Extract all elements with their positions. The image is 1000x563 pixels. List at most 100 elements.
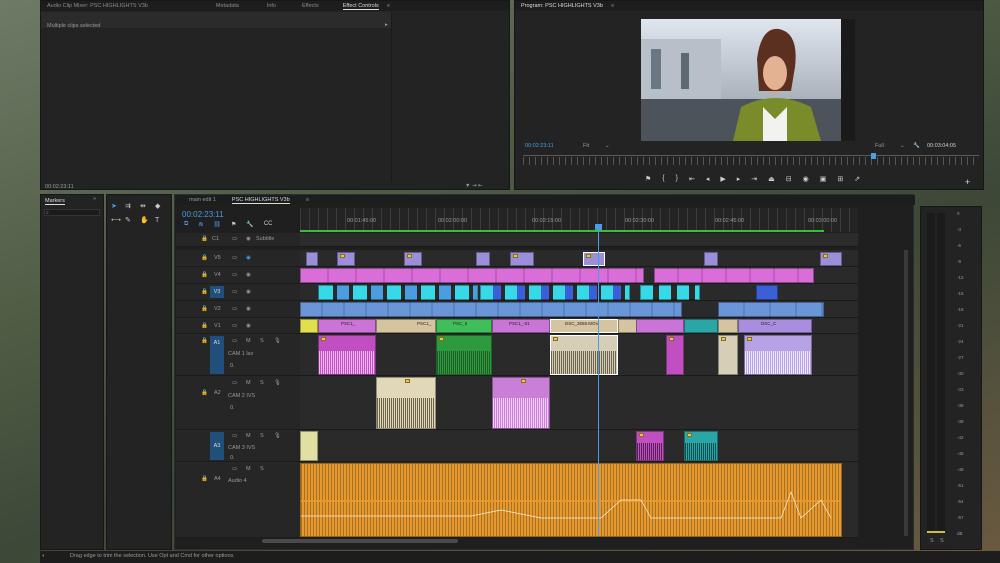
clip[interactable]: PSC1_ — [318, 319, 376, 333]
clip[interactable]: PSC1_-01 — [492, 319, 550, 333]
captions-icon[interactable]: CC — [264, 221, 273, 228]
clip[interactable]: DSC_C — [738, 319, 812, 333]
audio-clip[interactable] — [744, 335, 812, 375]
clip[interactable] — [718, 319, 738, 333]
audio-clip[interactable] — [376, 377, 436, 429]
tab-audio-clip-mixer[interactable]: Audio Clip Mixer: PSC HIGHLIGHTS V3b — [47, 3, 148, 9]
audio-clip[interactable] — [492, 377, 550, 429]
toggle-output-icon[interactable]: ▭ — [232, 323, 237, 329]
wrench-icon[interactable]: 🔧 — [913, 143, 920, 149]
lock-icon[interactable]: 🔒 — [201, 476, 208, 482]
subtitle-lane[interactable] — [300, 233, 858, 247]
compare-icon[interactable]: ▣ — [820, 175, 827, 185]
menu-icon[interactable]: ≡ — [306, 197, 309, 203]
timeline-timecode[interactable]: 00:02:23:11 — [182, 210, 224, 219]
playhead-line[interactable] — [598, 226, 599, 536]
audio-clip[interactable] — [636, 431, 664, 461]
clip[interactable] — [704, 252, 718, 266]
clip-selected[interactable] — [583, 252, 605, 266]
clip[interactable]: PSC_8 — [436, 319, 492, 333]
a1-lane[interactable] — [300, 334, 858, 376]
music-clip[interactable] — [300, 463, 842, 537]
a2-lane[interactable] — [300, 376, 858, 430]
pen-tool-icon[interactable]: ✎ — [125, 217, 131, 224]
volume-value[interactable]: 0. — [230, 363, 235, 369]
toggle-output-icon[interactable]: ▭ — [232, 289, 237, 295]
play-icon[interactable]: ▶ — [720, 175, 725, 185]
markers-tab[interactable]: Markers — [45, 198, 65, 205]
v4-lane[interactable] — [300, 267, 858, 284]
audio-clip[interactable] — [718, 335, 738, 375]
settings-wrench-icon[interactable]: 🔧 — [246, 221, 253, 228]
clip-strip[interactable] — [480, 285, 630, 300]
lock-icon[interactable]: 🔒 — [201, 338, 208, 344]
export-frame-icon[interactable]: ◉ — [803, 175, 809, 185]
output-icon[interactable]: ⇗ — [854, 175, 860, 185]
eye-icon[interactable]: ◉ — [246, 272, 251, 278]
sync-lock-icon[interactable]: ▭ — [232, 433, 237, 439]
horizontal-scrollbar[interactable] — [262, 539, 458, 543]
markers-search-input[interactable]: ⌕ — [44, 209, 100, 216]
v3-lane[interactable] — [300, 284, 858, 301]
solo-button[interactable]: S — [260, 380, 264, 386]
toggle-output-icon[interactable]: ▭ — [232, 272, 237, 278]
filter-icon[interactable]: ▼ ⇥ ⇤ — [465, 183, 483, 189]
mute-button[interactable]: M — [246, 466, 251, 472]
add-marker-icon[interactable]: ⚑ — [231, 221, 236, 228]
track-target[interactable]: V3 — [210, 286, 224, 298]
lock-icon[interactable]: 🔒 — [201, 323, 208, 329]
mark-out-icon[interactable]: } — [676, 175, 678, 185]
audio-clip[interactable] — [436, 335, 492, 375]
track-target[interactable]: A1 — [210, 336, 224, 374]
volume-keyframes[interactable] — [301, 464, 842, 537]
selection-tool-icon[interactable]: ➤ — [111, 203, 117, 210]
eye-icon[interactable]: ◉ — [246, 236, 251, 242]
lock-icon[interactable]: 🔒 — [201, 289, 208, 295]
tab-main-edit[interactable]: main edit 1 — [189, 197, 216, 203]
volume-value[interactable]: 0. — [230, 405, 235, 411]
clip[interactable] — [636, 319, 684, 333]
playhead-handle[interactable] — [595, 224, 602, 230]
step-forward-icon[interactable]: ▸ — [737, 175, 741, 185]
menu-icon[interactable]: ≡ — [387, 3, 390, 9]
clip[interactable] — [300, 319, 318, 333]
audio-clip[interactable] — [300, 431, 318, 461]
clip[interactable] — [684, 319, 718, 333]
program-title[interactable]: Program: PSC HIGHLIGHTS V3b — [521, 3, 603, 9]
eye-icon[interactable]: ◉ — [246, 255, 251, 261]
clip[interactable] — [756, 285, 778, 300]
linked-selection-icon[interactable]: ⛓ — [213, 221, 221, 228]
mute-button[interactable]: M — [246, 338, 251, 344]
volume-value[interactable]: 0. — [230, 455, 235, 461]
nest-icon[interactable]: ⧉ — [184, 221, 188, 228]
time-ruler[interactable]: 00:01:45:00 00:02:00:00 00:02:15:00 00:0… — [300, 208, 858, 232]
lock-icon[interactable]: 🔒 — [201, 236, 208, 242]
slip-tool-icon[interactable]: ⟷ — [111, 217, 121, 224]
clip-selected[interactable]: DSC_3659.MOV — [550, 319, 618, 333]
hand-tool-icon[interactable]: ✋ — [140, 217, 149, 224]
microphone-icon[interactable]: 🎙 — [274, 338, 281, 344]
toggle-output-icon[interactable]: ▭ — [232, 236, 237, 242]
microphone-icon[interactable]: 🎙 — [274, 380, 281, 386]
add-marker-icon[interactable]: ⚑ — [645, 175, 651, 185]
go-to-in-icon[interactable]: ⇤ — [689, 175, 695, 185]
sync-lock-icon[interactable]: ▭ — [232, 380, 237, 386]
clip[interactable] — [618, 319, 638, 333]
lock-icon[interactable]: 🔒 — [201, 272, 208, 278]
clip-strip[interactable] — [318, 285, 478, 300]
extract-icon[interactable]: ⊟ — [786, 175, 792, 185]
play-arrow-icon[interactable]: ▸ — [385, 22, 388, 28]
mark-in-icon[interactable]: { — [662, 175, 664, 185]
go-to-out-icon[interactable]: ⇥ — [751, 175, 757, 185]
toggle-output-icon[interactable]: ▭ — [232, 255, 237, 261]
clip[interactable] — [476, 252, 490, 266]
v1-lane[interactable]: PSC1_ PSC1_ PSC_8 PSC1_-01 DSC_3659.MOV … — [300, 318, 858, 334]
tab-psc-highlights[interactable]: PSC HIGHLIGHTS V3b — [231, 197, 290, 204]
chevron-down-icon[interactable]: ⌄ — [605, 143, 610, 149]
toggle-output-icon[interactable]: ▭ — [232, 306, 237, 312]
meter-solo-button[interactable]: S — [940, 538, 944, 544]
v5-lane[interactable] — [300, 250, 858, 267]
lock-icon[interactable]: 🔒 — [201, 390, 208, 396]
mute-button[interactable]: M — [246, 433, 251, 439]
add-button-icon[interactable]: + — [965, 177, 970, 187]
